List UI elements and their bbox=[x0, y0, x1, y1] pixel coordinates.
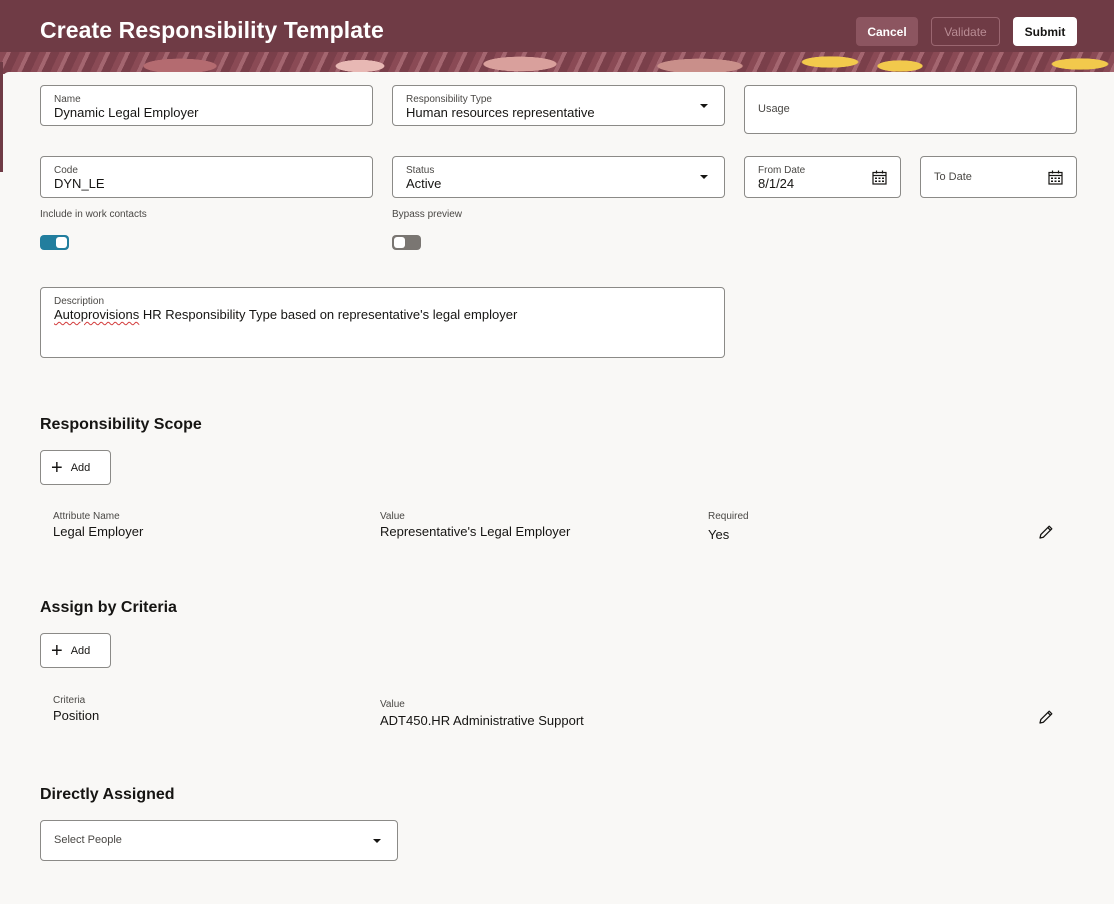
scope-value-value: Representative's Legal Employer bbox=[380, 524, 571, 539]
criteria-value-header: Value bbox=[380, 699, 405, 710]
to-date-label: To Date bbox=[934, 171, 972, 183]
from-date-value: 8/1/24 bbox=[758, 176, 795, 191]
page-title: Create Responsibility Template bbox=[40, 17, 384, 43]
submit-button[interactable]: Submit bbox=[1013, 17, 1077, 46]
status-label: Status bbox=[406, 165, 435, 176]
chevron-down-icon bbox=[373, 839, 381, 843]
criteria-header: Criteria bbox=[53, 695, 86, 706]
description-first-word: Autoprovisions bbox=[54, 307, 140, 322]
add-criteria-label: Add bbox=[70, 644, 91, 657]
description-rest: HR Responsibility Type based on represen… bbox=[139, 307, 518, 322]
code-value: DYN_LE bbox=[54, 176, 105, 191]
criteria-value-value: ADT450.HR Administrative Support bbox=[380, 713, 584, 728]
toggle-knob bbox=[394, 237, 405, 248]
bypass-preview-toggle[interactable] bbox=[392, 235, 421, 250]
chevron-down-icon bbox=[700, 175, 708, 179]
attribute-name-value: Legal Employer bbox=[53, 524, 144, 539]
cancel-button[interactable]: Cancel bbox=[856, 17, 918, 46]
code-label: Code bbox=[54, 165, 78, 176]
select-people-dropdown[interactable]: Select People bbox=[40, 820, 398, 861]
to-date-field[interactable]: To Date bbox=[920, 156, 1077, 198]
scope-value-header: Value bbox=[380, 511, 405, 522]
criteria-value: Position bbox=[53, 708, 100, 723]
code-field[interactable]: Code DYN_LE bbox=[40, 156, 373, 198]
assign-by-criteria-title: Assign by Criteria bbox=[40, 599, 177, 616]
from-date-field[interactable]: From Date 8/1/24 bbox=[744, 156, 901, 198]
usage-field[interactable]: Usage bbox=[744, 85, 1077, 134]
name-label: Name bbox=[54, 94, 81, 105]
pencil-icon[interactable] bbox=[1038, 524, 1054, 540]
description-label: Description bbox=[54, 296, 105, 307]
name-field[interactable]: Name Dynamic Legal Employer bbox=[40, 85, 373, 126]
required-header: Required bbox=[708, 511, 749, 522]
attribute-name-header: Attribute Name bbox=[53, 511, 120, 522]
description-field[interactable]: Description Autoprovisions HR Responsibi… bbox=[40, 287, 725, 358]
header-decorative-pattern bbox=[0, 52, 1114, 74]
calendar-icon[interactable] bbox=[1048, 170, 1063, 185]
status-select[interactable]: Status Active bbox=[392, 156, 725, 198]
from-date-label: From Date bbox=[758, 165, 806, 176]
plus-icon: + bbox=[51, 639, 63, 662]
toggle-knob bbox=[56, 237, 67, 248]
name-value: Dynamic Legal Employer bbox=[54, 105, 199, 120]
include-work-contacts-toggle[interactable] bbox=[40, 235, 69, 250]
select-people-placeholder: Select People bbox=[54, 834, 122, 846]
plus-icon: + bbox=[51, 456, 63, 479]
responsibility-type-label: Responsibility Type bbox=[406, 94, 492, 105]
chevron-down-icon bbox=[700, 104, 708, 108]
include-work-contacts-label: Include in work contacts bbox=[40, 209, 147, 220]
responsibility-type-value: Human resources representative bbox=[406, 105, 595, 120]
add-scope-button[interactable]: + Add bbox=[40, 450, 111, 485]
directly-assigned-title: Directly Assigned bbox=[40, 786, 175, 803]
add-criteria-button[interactable]: + Add bbox=[40, 633, 111, 668]
status-value: Active bbox=[406, 176, 442, 191]
validate-button[interactable]: Validate bbox=[931, 17, 1000, 46]
description-value: Autoprovisions HR Responsibility Type ba… bbox=[54, 307, 517, 322]
pencil-icon[interactable] bbox=[1038, 709, 1054, 725]
bypass-preview-label: Bypass preview bbox=[392, 209, 463, 220]
responsibility-scope-title: Responsibility Scope bbox=[40, 416, 202, 433]
responsibility-type-select[interactable]: Responsibility Type Human resources repr… bbox=[392, 85, 725, 126]
required-value: Yes bbox=[708, 527, 730, 542]
calendar-icon[interactable] bbox=[872, 170, 887, 185]
usage-label: Usage bbox=[758, 103, 790, 115]
add-scope-label: Add bbox=[70, 461, 91, 474]
